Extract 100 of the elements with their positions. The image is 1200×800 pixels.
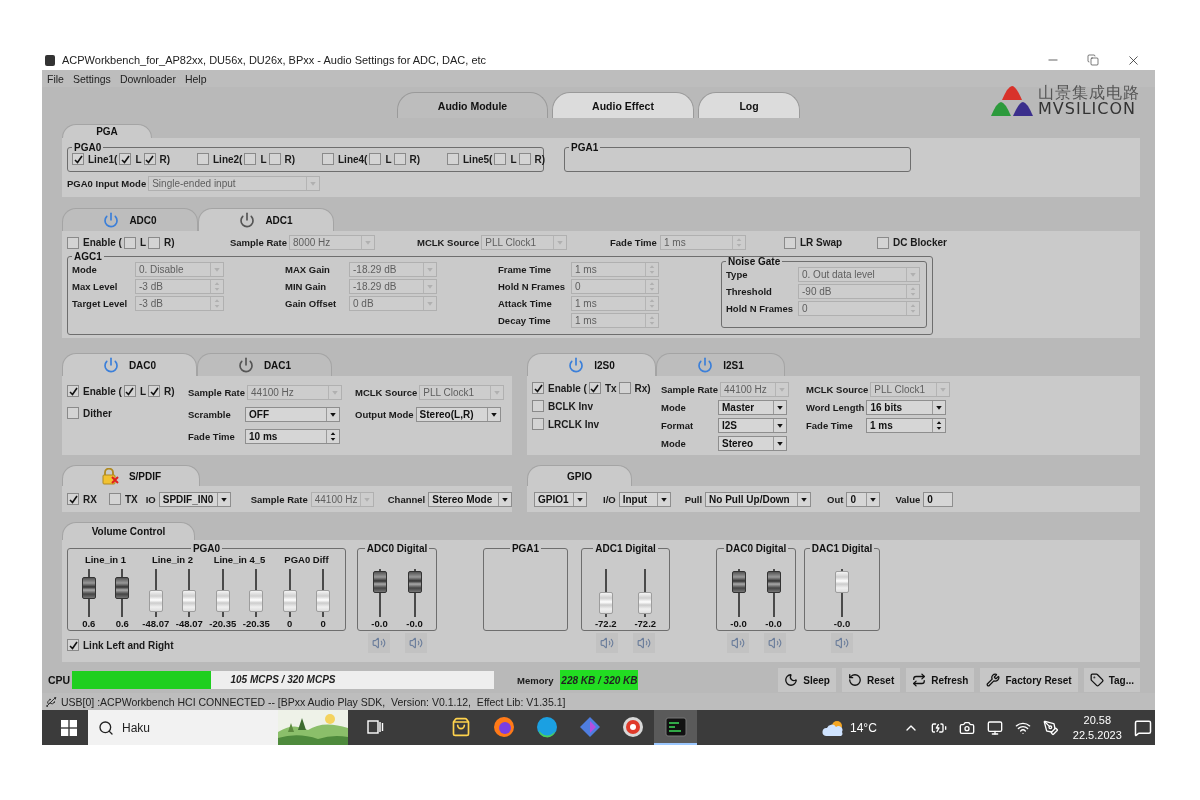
checkbox[interactable] bbox=[494, 153, 507, 165]
tab[interactable]: GPIO bbox=[527, 465, 632, 486]
tab[interactable]: Volume Control bbox=[62, 522, 195, 540]
tab[interactable]: PGA bbox=[62, 124, 152, 138]
dropdown[interactable]: Master bbox=[718, 400, 787, 415]
slider[interactable] bbox=[115, 569, 130, 617]
checkbox[interactable] bbox=[877, 236, 889, 249]
dropdown[interactable]: I2S bbox=[718, 418, 787, 433]
menu-item[interactable]: Downloader bbox=[119, 72, 176, 85]
toolbar-button[interactable]: Factory Reset bbox=[980, 668, 1078, 692]
slider[interactable] bbox=[249, 569, 264, 617]
toolbar-button[interactable]: Tag... bbox=[1083, 668, 1140, 692]
slider[interactable] bbox=[372, 569, 387, 617]
slider-thumb[interactable] bbox=[598, 592, 613, 615]
tab[interactable]: ADC1 bbox=[198, 208, 334, 231]
spin-box[interactable]: 1 ms bbox=[866, 418, 946, 433]
slider[interactable] bbox=[81, 569, 96, 617]
slider[interactable] bbox=[766, 569, 781, 617]
checkbox[interactable] bbox=[784, 236, 796, 249]
text-field[interactable]: 0 bbox=[923, 491, 954, 507]
checkbox[interactable] bbox=[268, 153, 281, 165]
slider-thumb[interactable] bbox=[638, 592, 653, 615]
tab[interactable]: ADC0 bbox=[62, 208, 198, 231]
checkbox[interactable] bbox=[148, 236, 160, 249]
checkbox[interactable] bbox=[244, 153, 257, 165]
slider-thumb[interactable] bbox=[148, 590, 163, 613]
speaker-button[interactable] bbox=[831, 633, 853, 653]
slider-thumb[interactable] bbox=[766, 570, 781, 593]
checkbox[interactable] bbox=[532, 382, 544, 394]
slider-thumb[interactable] bbox=[282, 590, 297, 613]
checkbox[interactable] bbox=[322, 153, 334, 165]
dropdown[interactable]: Stereo Mode bbox=[428, 491, 513, 507]
slider[interactable] bbox=[282, 569, 297, 617]
search-field[interactable]: Haku bbox=[88, 710, 278, 745]
checkbox[interactable] bbox=[119, 153, 132, 165]
tab[interactable]: Log bbox=[698, 92, 800, 118]
checkbox[interactable] bbox=[148, 385, 160, 397]
tab[interactable]: Audio Effect bbox=[552, 92, 694, 118]
slider-thumb[interactable] bbox=[81, 576, 96, 599]
checkbox[interactable] bbox=[123, 385, 136, 397]
slider-thumb[interactable] bbox=[372, 570, 387, 593]
checkbox[interactable] bbox=[518, 153, 531, 165]
tab[interactable]: I2S0 bbox=[527, 353, 656, 376]
slider-thumb[interactable] bbox=[249, 590, 264, 613]
slider-thumb[interactable] bbox=[215, 590, 230, 613]
checkbox[interactable] bbox=[532, 418, 544, 430]
checkbox[interactable] bbox=[67, 236, 79, 249]
checkbox[interactable] bbox=[143, 153, 156, 165]
slider[interactable] bbox=[182, 569, 197, 617]
checkbox[interactable] bbox=[123, 236, 136, 249]
slider[interactable] bbox=[215, 569, 230, 617]
dropdown[interactable]: 16 bits bbox=[866, 400, 947, 415]
dropdown[interactable]: 0 bbox=[846, 491, 881, 507]
tab[interactable]: I2S1 bbox=[656, 353, 785, 376]
speaker-button[interactable] bbox=[596, 633, 618, 653]
speaker-button[interactable] bbox=[404, 633, 427, 653]
checkbox[interactable] bbox=[447, 153, 459, 165]
taskbar-app[interactable] bbox=[654, 710, 697, 745]
dropdown[interactable]: GPIO1 bbox=[534, 491, 587, 507]
toolbar-button[interactable]: Sleep bbox=[778, 668, 836, 692]
slider[interactable] bbox=[148, 569, 163, 617]
slider[interactable] bbox=[407, 569, 422, 617]
slider-thumb[interactable] bbox=[316, 590, 331, 613]
dropdown[interactable]: SPDIF_IN0 bbox=[158, 491, 231, 507]
slider[interactable] bbox=[835, 569, 849, 617]
dropdown[interactable]: Stereo(L,R) bbox=[415, 407, 501, 422]
checkbox[interactable] bbox=[67, 407, 79, 419]
checkbox[interactable] bbox=[197, 153, 209, 165]
tab[interactable]: Audio Module bbox=[397, 92, 548, 118]
speaker-button[interactable] bbox=[633, 633, 655, 653]
slider-thumb[interactable] bbox=[115, 576, 130, 599]
speaker-button[interactable] bbox=[726, 633, 749, 653]
checkbox[interactable] bbox=[67, 639, 79, 651]
checkbox[interactable] bbox=[588, 382, 601, 394]
menu-item[interactable]: Settings bbox=[72, 72, 111, 85]
dropdown[interactable]: Stereo bbox=[718, 436, 787, 451]
checkbox[interactable] bbox=[67, 385, 79, 397]
checkbox[interactable] bbox=[108, 493, 121, 505]
slider[interactable] bbox=[731, 569, 746, 617]
checkbox[interactable] bbox=[532, 400, 544, 412]
speaker-button[interactable] bbox=[763, 633, 786, 653]
menu-item[interactable]: File bbox=[47, 72, 64, 85]
dropdown[interactable]: Input bbox=[618, 491, 671, 507]
slider-thumb[interactable] bbox=[407, 570, 422, 593]
dropdown[interactable]: OFF bbox=[245, 407, 340, 422]
slider-thumb[interactable] bbox=[182, 590, 197, 613]
tab[interactable]: DAC0 bbox=[62, 353, 197, 376]
checkbox[interactable] bbox=[72, 153, 84, 165]
tab[interactable]: S/PDIF bbox=[62, 465, 200, 486]
checkbox[interactable] bbox=[393, 153, 406, 165]
checkbox[interactable] bbox=[67, 493, 79, 505]
checkbox[interactable] bbox=[369, 153, 382, 165]
slider-thumb[interactable] bbox=[731, 570, 746, 593]
checkbox[interactable] bbox=[618, 382, 631, 394]
menu-item[interactable]: Help bbox=[184, 72, 207, 85]
slider[interactable] bbox=[638, 569, 653, 617]
dropdown[interactable]: No Pull Up/Down bbox=[705, 491, 812, 507]
spin-box[interactable]: 10 ms bbox=[245, 429, 340, 444]
slider[interactable] bbox=[598, 569, 613, 617]
slider-thumb[interactable] bbox=[835, 570, 849, 593]
